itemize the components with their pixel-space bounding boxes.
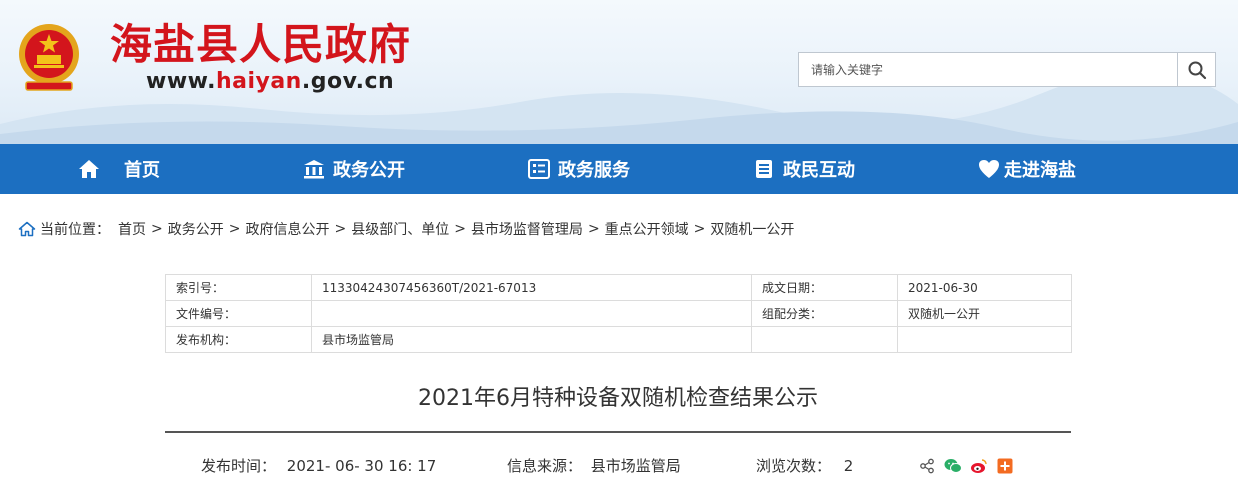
breadcrumb-label: 当前位置： — [40, 222, 110, 238]
wechat-icon[interactable] — [944, 457, 962, 475]
view-count-label: 浏览次数： — [756, 457, 832, 475]
search-input[interactable] — [799, 53, 1177, 86]
site-header: 海盐县人民政府 www.haiyan.gov.cn — [0, 0, 1238, 144]
view-count: 浏览次数： 2 — [756, 456, 853, 476]
home-outline-icon — [18, 221, 36, 237]
meta-date-label: 成文日期： — [751, 274, 898, 301]
weibo-icon[interactable] — [970, 457, 988, 475]
meta-index-label: 索引号： — [165, 274, 312, 301]
site-url[interactable]: www.haiyan.gov.cn — [146, 68, 394, 96]
table-row: 索引号： 11330424307456360T/2021-67013 成文日期：… — [165, 274, 1072, 301]
info-source-label: 信息来源： — [507, 457, 583, 475]
meta-empty-cell — [751, 326, 898, 353]
table-row: 文件编号： 组配分类： 双随机一公开 — [165, 300, 1072, 327]
national-emblem-icon — [19, 24, 79, 91]
heart-icon — [978, 158, 1000, 180]
breadcrumb-separator: > — [587, 221, 600, 237]
search-box — [798, 52, 1216, 87]
publish-time-label: 发布时间： — [201, 457, 277, 475]
breadcrumb-separator: > — [454, 221, 466, 237]
site-url-suffix: .gov.cn — [301, 69, 395, 94]
service-list-icon — [528, 158, 550, 180]
meta-index-value: 11330424307456360T/2021-67013 — [311, 274, 752, 301]
breadcrumb-separator: > — [334, 221, 347, 237]
home-icon — [78, 158, 100, 180]
nav-item-government-affairs[interactable]: 政务公开 — [303, 144, 405, 194]
interaction-list-icon — [753, 158, 775, 180]
breadcrumb-item-government-info[interactable]: 政府信息公开 — [245, 219, 329, 239]
breadcrumb-item-double-random[interactable]: 双随机一公开 — [710, 219, 794, 239]
meta-publisher-label: 发布机构： — [165, 326, 312, 353]
breadcrumb-item-market-bureau[interactable]: 县市场监督管理局 — [471, 219, 583, 239]
breadcrumb-item-county-departments[interactable]: 县级部门、单位 — [351, 219, 449, 239]
breadcrumb: 当前位置： 首页 > 政务公开 > 政府信息公开 > 县级部门、单位 > 县市场… — [18, 218, 794, 240]
breadcrumb-separator: > — [693, 221, 706, 237]
main-nav: 首页 政务公开 政务服务 政民互动 走进海盐 — [0, 144, 1238, 194]
nav-item-label: 政务公开 — [333, 160, 405, 181]
government-building-icon — [303, 158, 325, 180]
site-title[interactable]: 海盐县人民政府 — [110, 17, 411, 73]
meta-date-value: 2021-06-30 — [897, 274, 1072, 301]
site-url-highlight: haiyan — [215, 69, 302, 94]
nav-item-label: 首页 — [124, 160, 160, 181]
info-source-value: 县市场监管局 — [590, 457, 681, 475]
nav-item-government-services[interactable]: 政务服务 — [528, 144, 630, 194]
share-icon[interactable] — [918, 457, 936, 475]
nav-item-home[interactable]: 首页 — [78, 144, 160, 194]
more-share-icon[interactable] — [996, 457, 1014, 475]
nav-item-public-interaction[interactable]: 政民互动 — [753, 144, 855, 194]
search-button[interactable] — [1177, 53, 1215, 86]
site-url-prefix: www. — [146, 69, 216, 94]
meta-category-label: 组配分类： — [751, 300, 898, 327]
share-bar — [918, 456, 1022, 476]
meta-publisher-value: 县市场监管局 — [311, 326, 752, 353]
nav-item-label: 政务服务 — [558, 160, 630, 181]
view-count-value: 2 — [843, 457, 854, 475]
nav-item-about-haiyan[interactable]: 走进海盐 — [978, 144, 1076, 194]
breadcrumb-item-government-affairs[interactable]: 政务公开 — [168, 219, 224, 239]
article-title: 2021年6月特种设备双随机检查结果公示 — [418, 386, 818, 411]
search-icon — [1188, 61, 1206, 79]
nav-item-label: 政民互动 — [783, 160, 855, 181]
info-source: 信息来源： 县市场监管局 — [507, 456, 681, 476]
title-divider — [165, 431, 1071, 433]
document-meta-table: 索引号： 11330424307456360T/2021-67013 成文日期：… — [165, 274, 1072, 353]
meta-doc-no-value — [311, 300, 752, 327]
nav-item-label: 走进海盐 — [1004, 160, 1076, 181]
breadcrumb-item-key-areas[interactable]: 重点公开领域 — [605, 219, 689, 239]
meta-category-value: 双随机一公开 — [897, 300, 1072, 327]
breadcrumb-separator: > — [228, 221, 241, 237]
table-row: 发布机构： 县市场监管局 — [165, 326, 1072, 353]
publish-time: 发布时间： 2021- 06- 30 16: 17 — [201, 456, 436, 476]
breadcrumb-item-home[interactable]: 首页 — [118, 219, 146, 239]
publish-time-value: 2021- 06- 30 16: 17 — [286, 457, 437, 475]
meta-doc-no-label: 文件编号： — [165, 300, 312, 327]
breadcrumb-separator: > — [151, 221, 163, 237]
meta-empty-cell — [897, 326, 1072, 353]
